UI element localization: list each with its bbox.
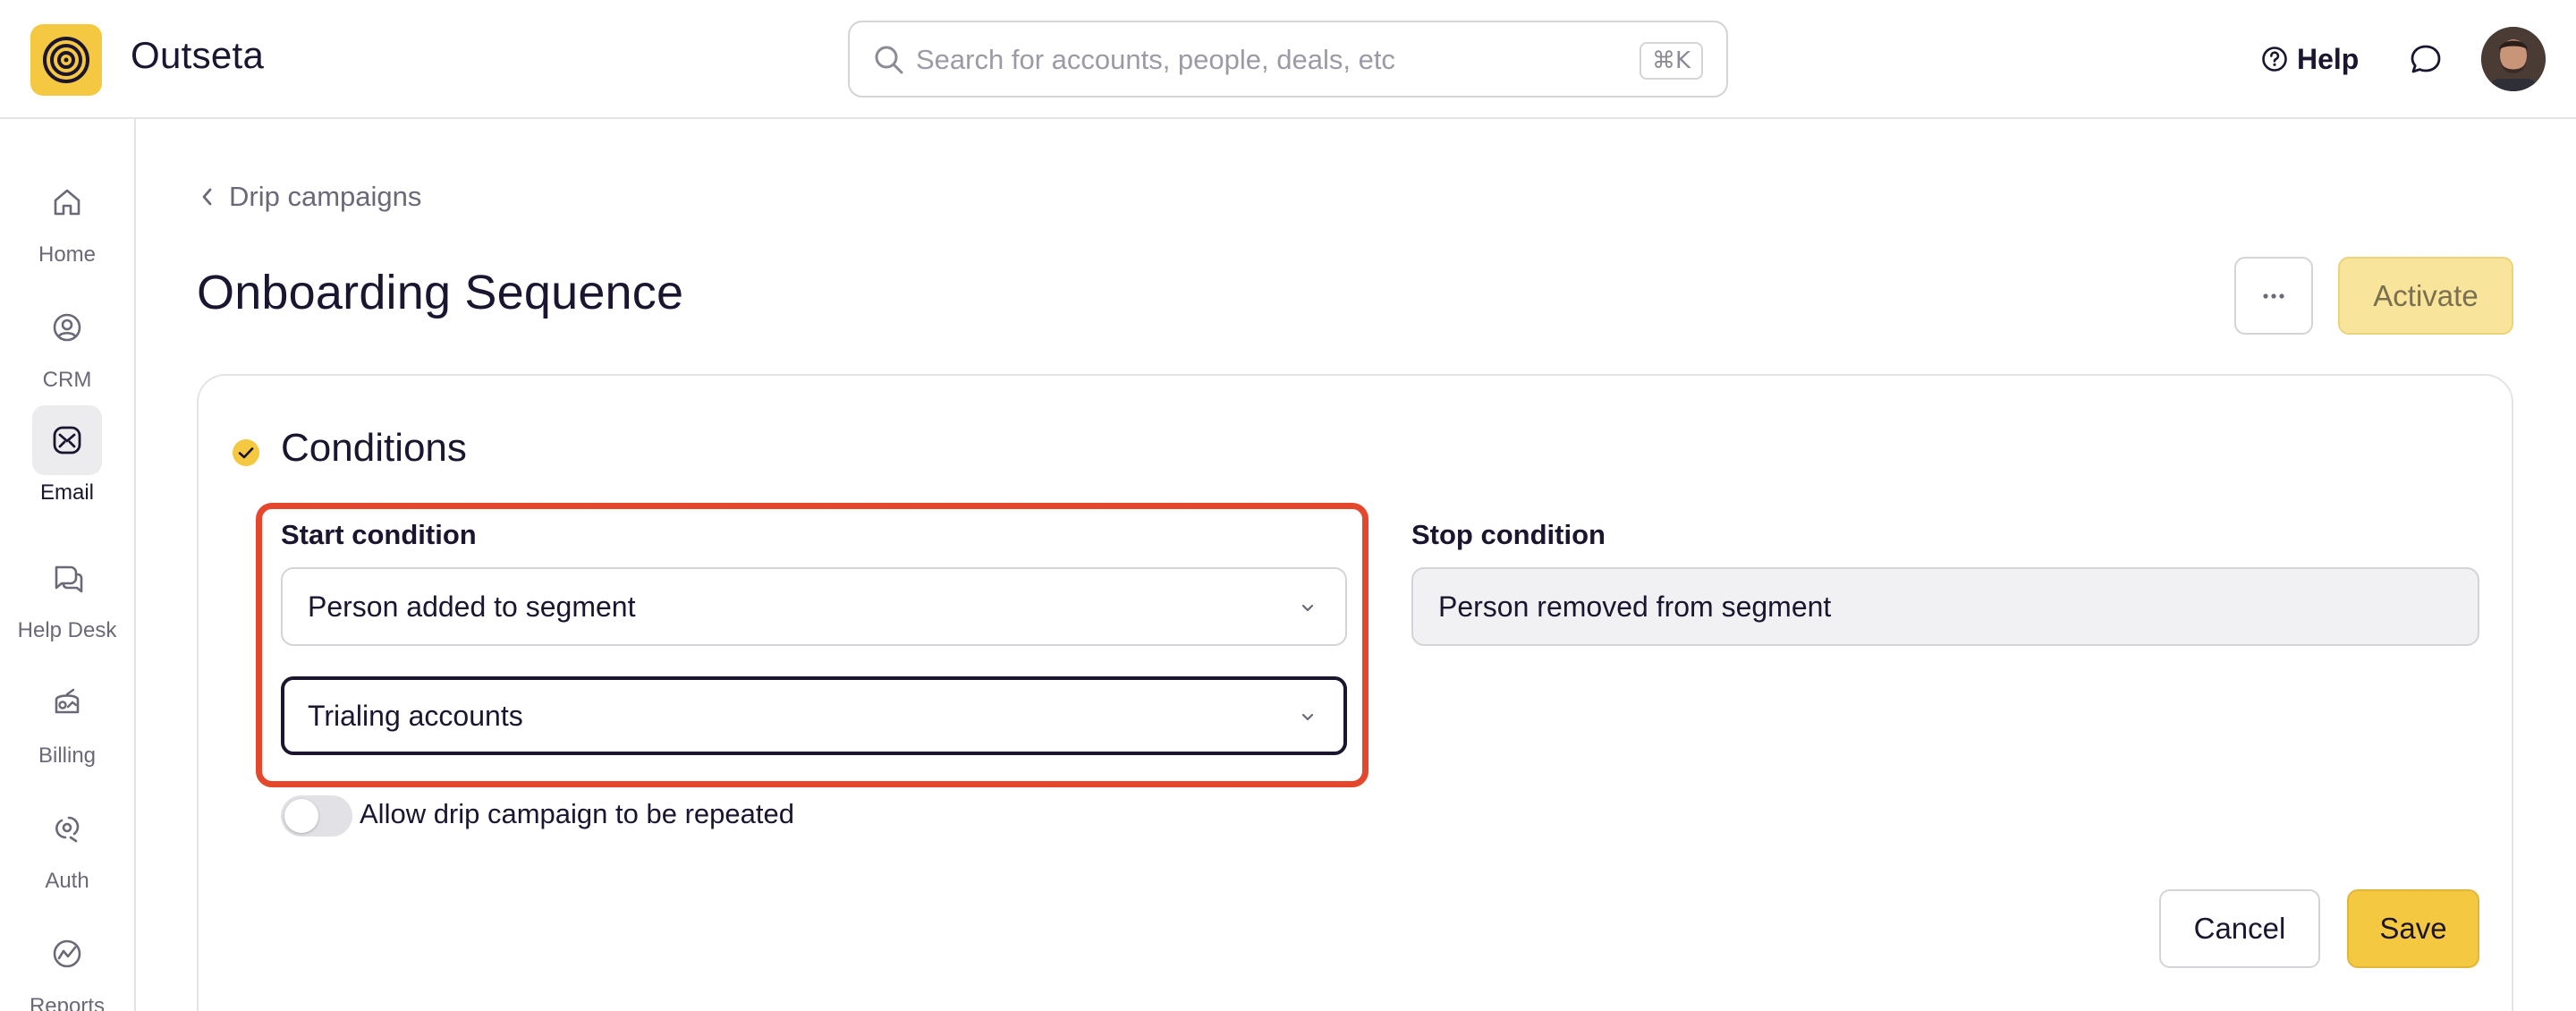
top-bar: Outseta ⌘K Help bbox=[0, 0, 2576, 119]
outseta-logo-icon[interactable] bbox=[30, 24, 102, 96]
sidebar-item-help-desk[interactable]: Help Desk bbox=[0, 543, 134, 643]
sidebar-item-label: Email bbox=[39, 480, 94, 505]
sidebar: Home CRM Email Help Desk Billing Auth Re… bbox=[0, 119, 136, 1011]
sidebar-item-label: CRM bbox=[42, 368, 92, 392]
ellipsis-icon bbox=[2263, 293, 2284, 299]
brand-name: Outseta bbox=[131, 34, 265, 76]
stop-condition-field: Person removed from segment bbox=[1411, 567, 2479, 646]
sidebar-item-label: Reports bbox=[29, 994, 106, 1011]
repeat-toggle-label: Allow drip campaign to be repeated bbox=[360, 798, 794, 829]
toggle-knob bbox=[284, 799, 318, 833]
search-bar[interactable]: ⌘K bbox=[848, 21, 1728, 98]
activate-button[interactable]: Activate bbox=[2338, 257, 2513, 335]
breadcrumb-back-link[interactable]: Drip campaigns bbox=[199, 181, 421, 213]
sidebar-item-crm[interactable]: CRM bbox=[0, 293, 134, 393]
sidebar-item-email[interactable]: Email bbox=[0, 405, 134, 506]
sidebar-item-label: Home bbox=[38, 242, 97, 267]
page-title: Onboarding Sequence bbox=[197, 266, 684, 319]
sidebar-item-billing[interactable]: Billing bbox=[0, 668, 134, 769]
save-button[interactable]: Save bbox=[2347, 889, 2479, 968]
reports-icon bbox=[53, 939, 81, 968]
user-avatar[interactable] bbox=[2481, 27, 2546, 91]
help-circle-icon bbox=[2262, 47, 2287, 72]
chevron-left-icon bbox=[202, 188, 212, 206]
help-label: Help bbox=[2297, 42, 2360, 75]
crm-icon bbox=[53, 313, 81, 342]
start-trigger-select[interactable]: Person added to segment bbox=[281, 567, 1347, 646]
help-desk-icon bbox=[55, 565, 83, 593]
section-title: Conditions bbox=[281, 426, 467, 470]
sidebar-item-label: Auth bbox=[45, 869, 89, 893]
sidebar-item-auth[interactable]: Auth bbox=[0, 794, 134, 894]
stop-condition-label: Stop condition bbox=[1411, 519, 1606, 550]
email-icon bbox=[53, 426, 81, 455]
check-circle-icon bbox=[233, 439, 259, 466]
auth-icon bbox=[55, 816, 80, 843]
help-button[interactable]: Help bbox=[2261, 38, 2359, 81]
sidebar-item-reports[interactable]: Reports bbox=[0, 919, 134, 1011]
chevron-down-icon bbox=[1301, 604, 1314, 612]
breadcrumb-label: Drip campaigns bbox=[229, 181, 422, 212]
sidebar-item-label: Billing bbox=[38, 743, 97, 768]
search-icon bbox=[875, 46, 903, 74]
stop-condition-value: Person removed from segment bbox=[1438, 590, 1832, 623]
start-trigger-value: Person added to segment bbox=[308, 590, 636, 623]
cancel-button[interactable]: Cancel bbox=[2159, 889, 2320, 968]
more-options-button[interactable] bbox=[2234, 257, 2313, 335]
chevron-down-icon bbox=[1301, 713, 1314, 721]
chat-bubble-icon[interactable] bbox=[2408, 41, 2444, 77]
home-icon bbox=[54, 189, 80, 216]
billing-icon bbox=[55, 688, 80, 714]
segment-select[interactable]: Trialing accounts bbox=[281, 676, 1347, 755]
sidebar-item-label: Help Desk bbox=[17, 618, 117, 642]
search-input[interactable] bbox=[916, 38, 1578, 81]
segment-value: Trialing accounts bbox=[308, 700, 523, 732]
repeat-toggle[interactable] bbox=[281, 795, 352, 837]
start-condition-label: Start condition bbox=[281, 519, 477, 550]
search-shortcut-badge: ⌘K bbox=[1639, 42, 1703, 80]
sidebar-item-home[interactable]: Home bbox=[0, 167, 134, 268]
